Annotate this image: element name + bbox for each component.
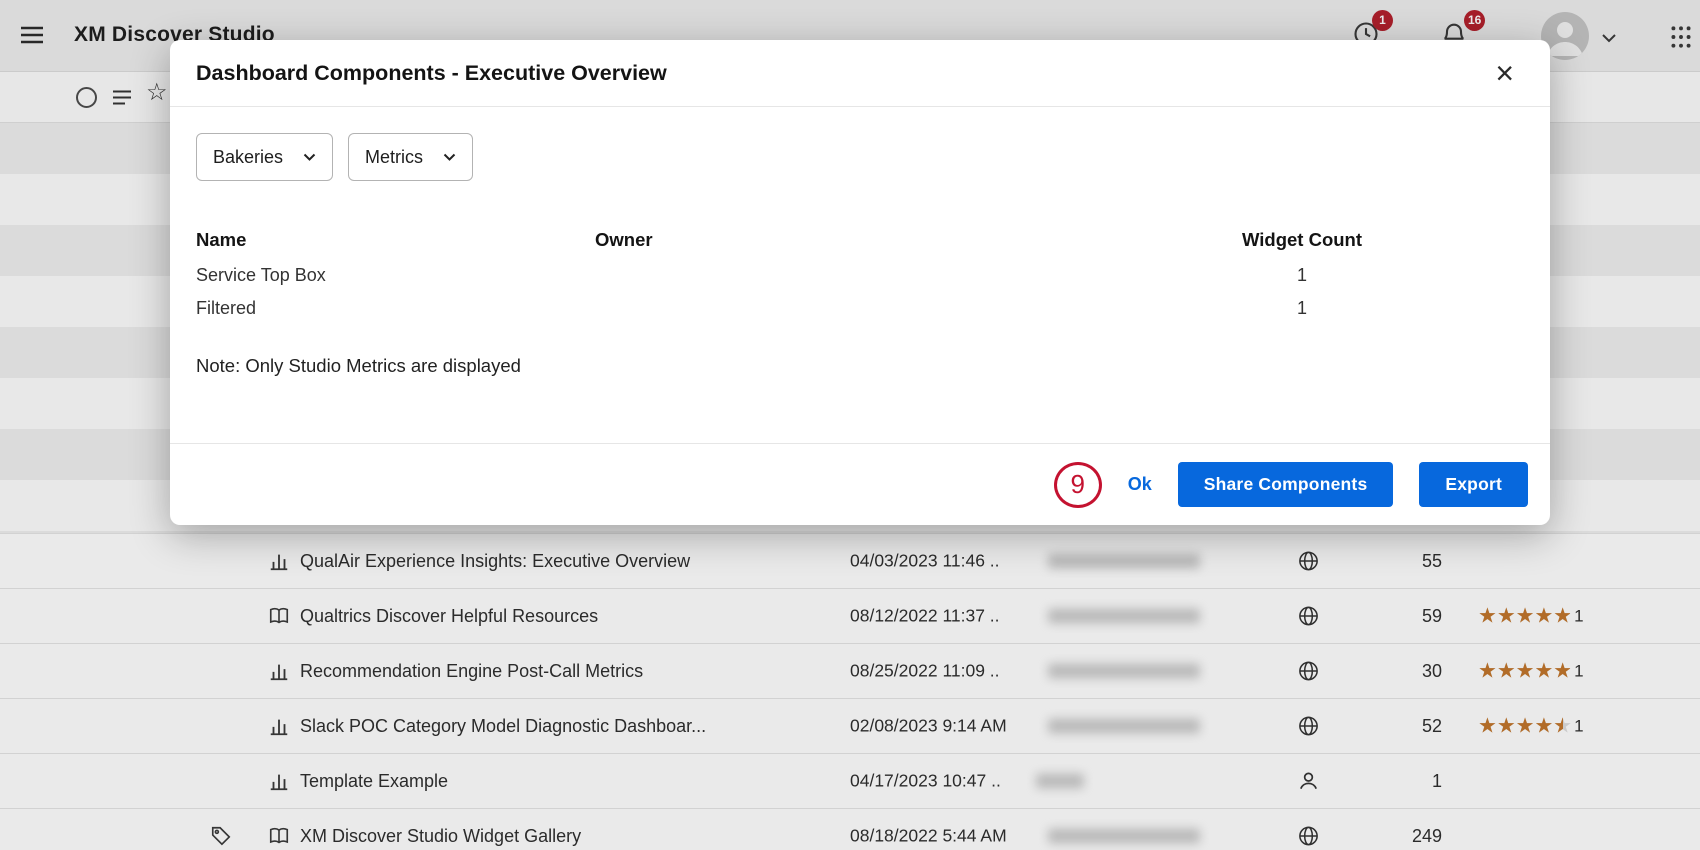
header-owner: Owner bbox=[595, 229, 1227, 251]
component-type-select-value: Metrics bbox=[365, 147, 423, 168]
components-table-header: Name Owner Widget Count bbox=[196, 223, 1524, 259]
dashboard-components-modal: Dashboard Components - Executive Overvie… bbox=[170, 40, 1550, 525]
project-select-value: Bakeries bbox=[213, 147, 283, 168]
filters: Bakeries Metrics bbox=[196, 133, 1524, 181]
close-icon[interactable]: × bbox=[1495, 57, 1514, 89]
modal-body: Bakeries Metrics Name Owner Widget Count… bbox=[170, 107, 1550, 403]
component-name: Filtered bbox=[196, 298, 595, 319]
header-name: Name bbox=[196, 229, 595, 251]
ok-button[interactable]: Ok bbox=[1128, 474, 1152, 495]
widget-count-value: 1 bbox=[1227, 298, 1377, 319]
share-components-button[interactable]: Share Components bbox=[1178, 462, 1394, 507]
header-widget-count: Widget Count bbox=[1227, 229, 1377, 251]
widget-count-value: 1 bbox=[1227, 265, 1377, 286]
annotation-step-circle: 9 bbox=[1054, 462, 1102, 508]
chevron-down-icon bbox=[303, 153, 316, 161]
components-table: Name Owner Widget Count Service Top Box … bbox=[196, 223, 1524, 325]
components-table-row: Service Top Box 1 bbox=[196, 259, 1524, 292]
export-button[interactable]: Export bbox=[1419, 462, 1528, 507]
component-type-select[interactable]: Metrics bbox=[348, 133, 473, 181]
project-select[interactable]: Bakeries bbox=[196, 133, 333, 181]
components-table-row: Filtered 1 bbox=[196, 292, 1524, 325]
modal-title: Dashboard Components - Executive Overvie… bbox=[196, 61, 667, 86]
modal-footer: 9 Ok Share Components Export bbox=[170, 443, 1550, 525]
app-root: XM Discover Studio 1 16 ☆ QualAi bbox=[0, 0, 1700, 850]
note-text: Note: Only Studio Metrics are displayed bbox=[196, 355, 1524, 377]
component-name: Service Top Box bbox=[196, 265, 595, 286]
chevron-down-icon bbox=[443, 153, 456, 161]
modal-header: Dashboard Components - Executive Overvie… bbox=[170, 40, 1550, 107]
